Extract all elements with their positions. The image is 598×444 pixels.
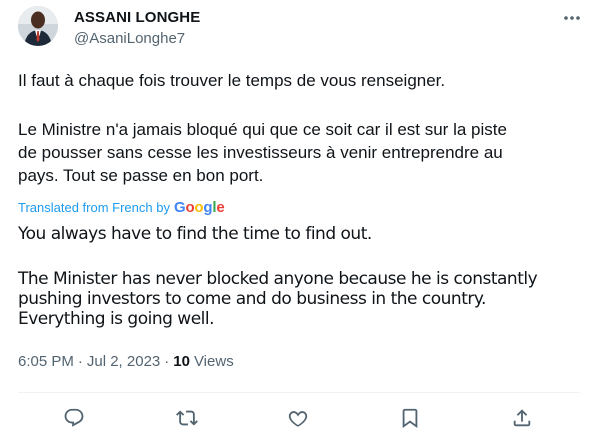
translation-label: Translated from French by: [18, 200, 170, 215]
author-name[interactable]: ASSANI LONGHE: [74, 9, 200, 26]
reply-button[interactable]: [58, 402, 90, 434]
tweet-header: ASSANI LONGHE @AsaniLonghe7: [18, 6, 584, 50]
retweet-icon: [176, 410, 198, 426]
like-icon: [288, 411, 308, 427]
views-label: Views: [193, 353, 234, 370]
tweet-translation-text-1: You always have to find the time to find…: [18, 224, 372, 244]
tweet-translation-text-2: The Minister has never blocked anyone be…: [18, 269, 538, 329]
share-icon: [513, 409, 531, 427]
meta-separator: ·: [77, 353, 83, 370]
meta-separator: ·: [164, 353, 170, 370]
like-button[interactable]: [282, 402, 314, 434]
reply-icon: [64, 408, 84, 427]
avatar-image: [18, 6, 58, 46]
bookmark-button[interactable]: [394, 402, 426, 434]
tweet-date[interactable]: Jul 2, 2023: [87, 353, 160, 370]
translation-attribution[interactable]: Translated from French by Google: [18, 199, 225, 216]
share-button[interactable]: [506, 402, 538, 434]
tweet-original-text-1: Il faut à chaque fois trouver le temps d…: [18, 71, 446, 90]
tweet-original-text-2: Le Ministre n'a jamais bloqué qui que ce…: [18, 120, 507, 185]
divider: [18, 392, 580, 393]
tweet-time[interactable]: 6:05 PM: [18, 353, 74, 370]
more-icon: [564, 16, 580, 20]
action-bar: [54, 402, 544, 434]
bookmark-icon: [402, 408, 418, 429]
google-logo: Google: [173, 199, 225, 216]
more-button[interactable]: [560, 8, 584, 28]
author-handle[interactable]: @AsaniLonghe7: [74, 30, 185, 47]
retweet-button[interactable]: [171, 402, 203, 434]
tweet-meta: 6:05 PM · Jul 2, 2023 · 10 Views: [18, 353, 234, 370]
views-count: 10: [173, 353, 190, 370]
avatar[interactable]: [18, 6, 58, 46]
